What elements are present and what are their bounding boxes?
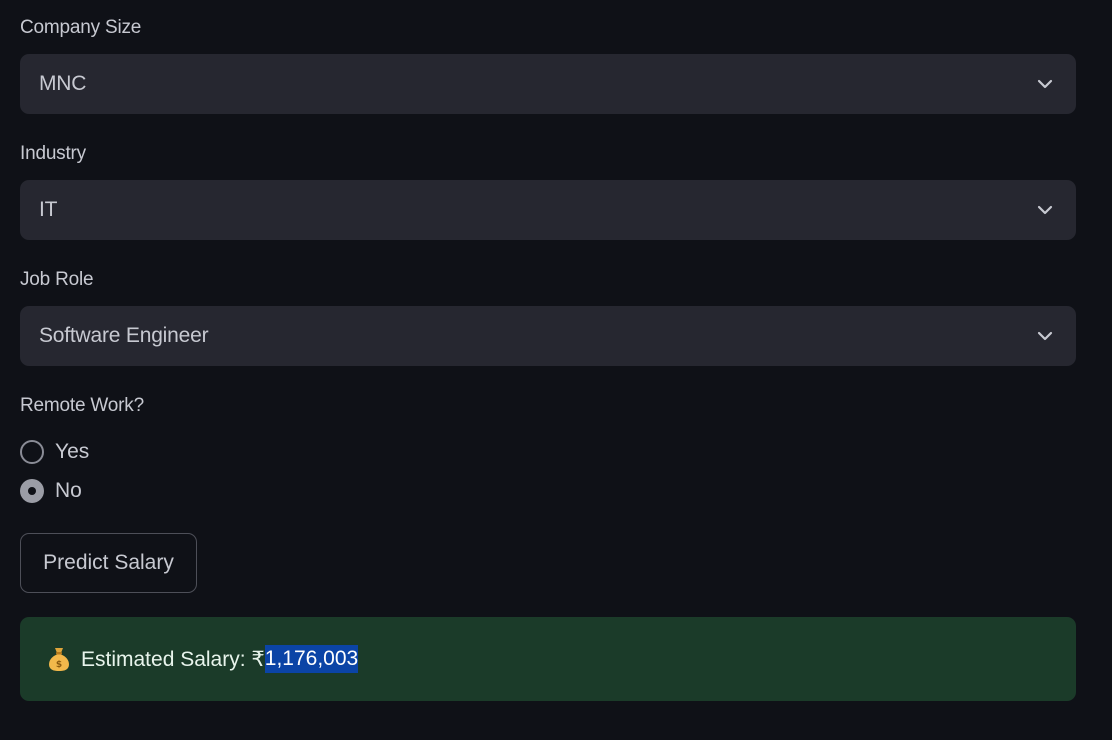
industry-value: IT: [39, 198, 58, 221]
radio-no-label: No: [55, 479, 82, 502]
company-size-label: Company Size: [20, 17, 142, 38]
estimated-salary-prefix: Estimated Salary: ₹: [81, 647, 265, 671]
radio-yes-circle[interactable]: [20, 440, 44, 464]
radio-yes-label: Yes: [55, 440, 90, 463]
industry-label: Industry: [20, 143, 86, 164]
radio-no-circle[interactable]: [20, 479, 44, 503]
estimated-salary-amount: 1,176,003: [264, 645, 359, 673]
svg-text:$: $: [56, 660, 62, 670]
chevron-down-icon: [1036, 75, 1054, 93]
estimated-salary-text: Estimated Salary: ₹1,176,003: [81, 645, 359, 673]
company-size-select[interactable]: MNC: [20, 54, 1076, 114]
job-role-label: Job Role: [20, 269, 94, 290]
job-role-select[interactable]: Software Engineer: [20, 306, 1076, 366]
money-bag-icon: $: [47, 646, 71, 672]
chevron-down-icon: [1036, 201, 1054, 219]
radio-option-no[interactable]: No: [20, 479, 82, 503]
industry-select[interactable]: IT: [20, 180, 1076, 240]
radio-option-yes[interactable]: Yes: [20, 440, 89, 464]
result-success-box: $ Estimated Salary: ₹1,176,003: [20, 617, 1076, 701]
company-size-value: MNC: [39, 72, 87, 95]
salary-form: Company Size MNC Industry IT Job Role So…: [0, 0, 1112, 740]
job-role-value: Software Engineer: [39, 324, 209, 347]
chevron-down-icon: [1036, 327, 1054, 345]
predict-salary-button[interactable]: Predict Salary: [20, 533, 197, 593]
remote-work-label: Remote Work?: [20, 395, 144, 416]
